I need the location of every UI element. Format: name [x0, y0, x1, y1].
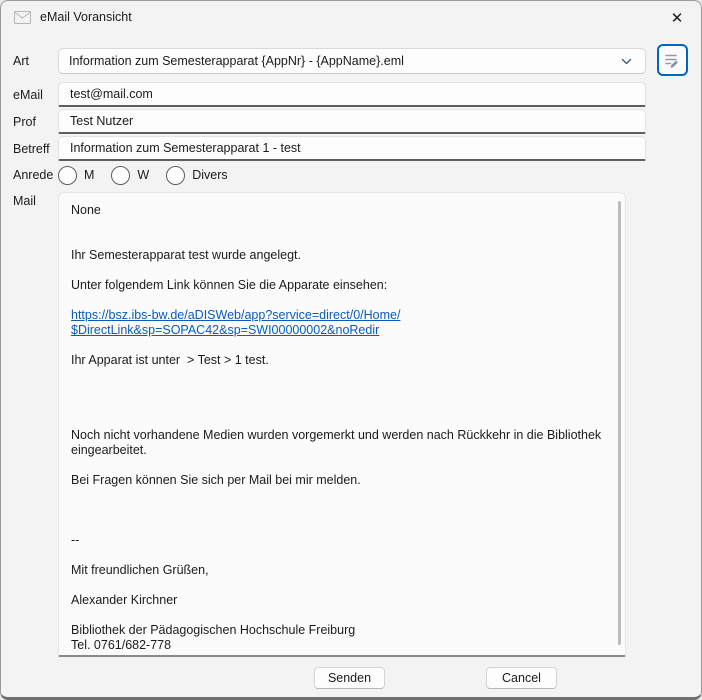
- email-label: eMail: [13, 88, 43, 102]
- prof-value: Test Nutzer: [70, 114, 133, 128]
- anrede-option-divers-label: Divers: [192, 168, 227, 182]
- radio-unchecked-icon[interactable]: [58, 166, 77, 185]
- anrede-option-m-label: M: [84, 168, 94, 182]
- apparat-link[interactable]: https://bsz.ibs-bw.de/aDISWeb/app?servic…: [71, 308, 400, 337]
- titlebar: eMail Voransicht ✕: [1, 1, 701, 33]
- email-value: test@mail.com: [70, 87, 153, 101]
- anrede-label: Anrede: [13, 168, 53, 182]
- radio-unchecked-icon[interactable]: [166, 166, 185, 185]
- mail-body-text: None Ihr Semesterapparat test wurde ange…: [71, 203, 607, 655]
- email-preview-dialog: eMail Voransicht ✕ Art Information zum S…: [0, 0, 702, 700]
- betreff-label: Betreff: [13, 142, 50, 156]
- radio-unchecked-icon[interactable]: [111, 166, 130, 185]
- anrede-option-w[interactable]: W: [111, 166, 149, 185]
- mail-body-after: Ihr Apparat ist unter > Test > 1 test. N…: [71, 353, 605, 652]
- mail-body-before: None Ihr Semesterapparat test wurde ange…: [71, 203, 387, 292]
- anrede-option-w-label: W: [137, 168, 149, 182]
- email-input[interactable]: test@mail.com: [58, 82, 646, 107]
- edit-template-button[interactable]: [657, 44, 688, 76]
- art-template-value: Information zum Semesterapparat {AppNr} …: [69, 54, 620, 68]
- mail-scrollbar[interactable]: [618, 201, 621, 645]
- betreff-value: Information zum Semesterapparat 1 - test: [70, 141, 301, 155]
- art-label: Art: [13, 54, 29, 68]
- anrede-option-divers[interactable]: Divers: [166, 166, 227, 185]
- cancel-button[interactable]: Cancel: [486, 667, 557, 689]
- anrede-radio-group: M W Divers: [58, 164, 245, 186]
- envelope-icon: [14, 11, 31, 24]
- close-icon[interactable]: ✕: [661, 5, 693, 31]
- prof-input[interactable]: Test Nutzer: [58, 109, 646, 134]
- mail-label: Mail: [13, 194, 36, 208]
- send-button[interactable]: Senden: [314, 667, 385, 689]
- art-template-select[interactable]: Information zum Semesterapparat {AppNr} …: [58, 48, 646, 74]
- prof-label: Prof: [13, 115, 36, 129]
- chevron-down-icon: [620, 55, 633, 68]
- window-title: eMail Voransicht: [40, 10, 132, 24]
- edit-note-icon: [663, 51, 682, 70]
- betreff-input[interactable]: Information zum Semesterapparat 1 - test: [58, 136, 646, 161]
- mail-body-editor[interactable]: None Ihr Semesterapparat test wurde ange…: [58, 192, 626, 657]
- anrede-option-m[interactable]: M: [58, 166, 94, 185]
